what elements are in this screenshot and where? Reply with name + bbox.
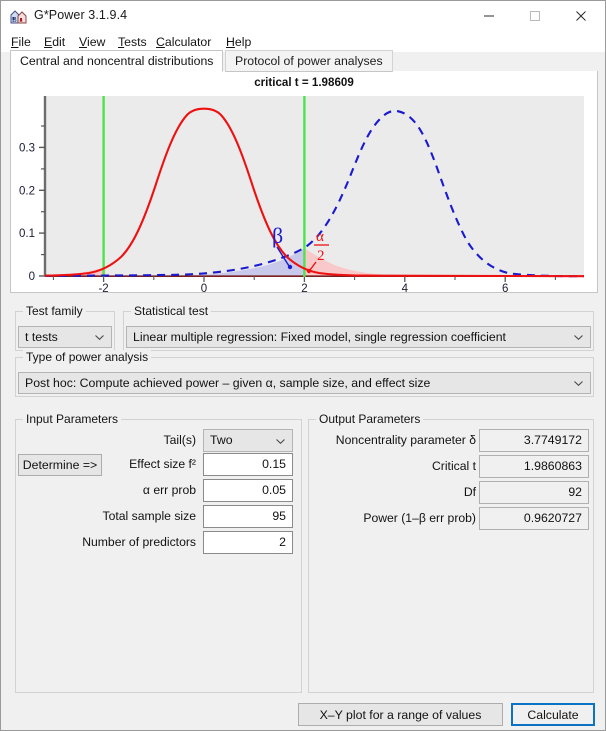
menu-item-edit[interactable]: Edit	[41, 34, 68, 50]
alpha-err-prob-label: α err prob	[142, 483, 196, 497]
statistical-test-value: Linear multiple regression: Fixed model,…	[133, 330, 506, 344]
effect-size-input[interactable]: 0.15	[203, 453, 293, 476]
svg-text:0.1: 0.1	[19, 228, 35, 240]
maximize-icon	[530, 11, 540, 21]
svg-text:0.2: 0.2	[19, 185, 35, 197]
distribution-plot: 0 0.1 0.2 0.3 -2 0 2 4 6 β α 2	[19, 96, 585, 292]
window-title: G*Power 3.1.9.4	[34, 8, 128, 22]
menu-item-calculator[interactable]: Calculator	[153, 34, 214, 50]
xy-plot-button-label: X–Y plot for a range of values	[319, 707, 482, 722]
tails-value: Two	[210, 433, 233, 447]
calculate-button-label: Calculate	[527, 707, 579, 722]
power-analysis-select[interactable]: Post hoc: Compute achieved power – given…	[18, 372, 591, 394]
tails-select[interactable]: Two	[203, 429, 293, 452]
svg-text:4: 4	[402, 283, 409, 292]
critical-t-label: Critical t	[431, 459, 476, 473]
svg-text:B: B	[12, 16, 17, 24]
tab-label: Protocol of power analyses	[235, 54, 383, 68]
test-family-legend: Test family	[23, 304, 86, 318]
svg-text:0: 0	[201, 283, 207, 292]
chevron-down-icon	[95, 335, 104, 340]
alpha-err-prob-value: 0.05	[262, 483, 286, 497]
number-of-predictors-label: Number of predictors	[82, 535, 196, 549]
gpower-app-icon: B a	[10, 9, 27, 25]
xy-plot-button[interactable]: X–Y plot for a range of values	[298, 703, 503, 726]
title-bar: B a G*Power 3.1.9.4	[1, 1, 605, 33]
chevron-down-icon	[574, 335, 583, 340]
number-of-predictors-input[interactable]: 2	[203, 531, 293, 554]
chevron-down-icon	[574, 381, 583, 386]
total-sample-size-input[interactable]: 95	[203, 505, 293, 528]
tab-label: Central and noncentral distributions	[20, 54, 214, 68]
total-sample-size-label: Total sample size	[102, 509, 196, 523]
x-axis-tick-labels: -2 0 2 4 6	[98, 283, 508, 292]
df-label: Df	[463, 485, 476, 499]
calculate-button[interactable]: Calculate	[511, 703, 595, 726]
svg-text:0: 0	[29, 271, 35, 283]
critical-t-value: 1.9860863	[523, 459, 582, 473]
close-icon	[576, 11, 586, 21]
menu-item-help[interactable]: Help	[223, 34, 254, 50]
number-of-predictors-value: 2	[279, 535, 286, 549]
svg-text:-2: -2	[98, 283, 108, 292]
chevron-down-icon	[276, 438, 285, 444]
alpha-annotation-point	[306, 268, 312, 274]
effect-size-value: 0.15	[262, 457, 286, 471]
power-label: Power (1–β err prob)	[363, 511, 476, 525]
y-axis-tick-labels: 0 0.1 0.2 0.3	[19, 142, 35, 283]
critical-t-output: 1.9860863	[479, 455, 589, 478]
gpower-window: B a G*Power 3.1.9.4 File Edit View Tests	[0, 0, 606, 731]
tails-label: Tail(s)	[163, 433, 197, 447]
menu-item-file[interactable]: File	[8, 34, 34, 50]
noncentrality-parameter-value: 3.7749172	[523, 433, 582, 447]
menu-item-view[interactable]: View	[76, 34, 108, 50]
alpha-err-prob-input[interactable]: 0.05	[203, 479, 293, 502]
statistical-test-select[interactable]: Linear multiple regression: Fixed model,…	[126, 326, 591, 348]
maximize-button[interactable]	[512, 1, 558, 31]
df-value: 92	[568, 485, 582, 499]
power-value: 0.9620727	[523, 511, 582, 525]
menu-item-tests[interactable]: Tests	[115, 34, 150, 50]
beta-annotation-point	[287, 264, 293, 270]
minimize-icon	[484, 15, 494, 17]
effect-size-label: Effect size f²	[129, 457, 196, 471]
plot-background	[45, 96, 584, 276]
distribution-plot-panel[interactable]: critical t = 1.98609 0 0.1 0.2 0.3 -2 0 …	[10, 71, 598, 293]
statistical-test-legend: Statistical test	[131, 304, 212, 318]
alpha-annotation-numerator: α	[316, 229, 324, 245]
test-family-value: t tests	[25, 330, 58, 344]
tab-central-and-noncentral-distributions[interactable]: Central and noncentral distributions	[10, 50, 224, 72]
svg-text:2: 2	[301, 283, 307, 292]
tab-protocol-of-power-analyses[interactable]: Protocol of power analyses	[225, 50, 393, 72]
total-sample-size-value: 95	[272, 509, 286, 523]
input-parameters-legend: Input Parameters	[23, 412, 122, 426]
output-parameters-legend: Output Parameters	[316, 412, 424, 426]
alpha-annotation-denominator: 2	[317, 248, 325, 264]
df-output: 92	[479, 481, 589, 504]
minimize-button[interactable]	[466, 1, 512, 31]
beta-annotation-label: β	[272, 223, 283, 248]
tab-strip: Central and noncentral distributions Pro…	[10, 50, 598, 72]
power-analysis-legend: Type of power analysis	[23, 350, 152, 364]
close-button[interactable]	[558, 1, 604, 31]
power-output: 0.9620727	[479, 507, 589, 530]
noncentrality-parameter-output: 3.7749172	[479, 429, 589, 452]
test-family-select[interactable]: t tests	[18, 326, 112, 348]
noncentrality-parameter-label: Noncentrality parameter δ	[335, 433, 476, 447]
svg-text:0.3: 0.3	[19, 142, 35, 154]
menu-bar: File Edit View Tests Calculator Help	[1, 32, 605, 52]
svg-text:6: 6	[502, 283, 508, 292]
power-analysis-value: Post hoc: Compute achieved power – given…	[25, 376, 431, 390]
